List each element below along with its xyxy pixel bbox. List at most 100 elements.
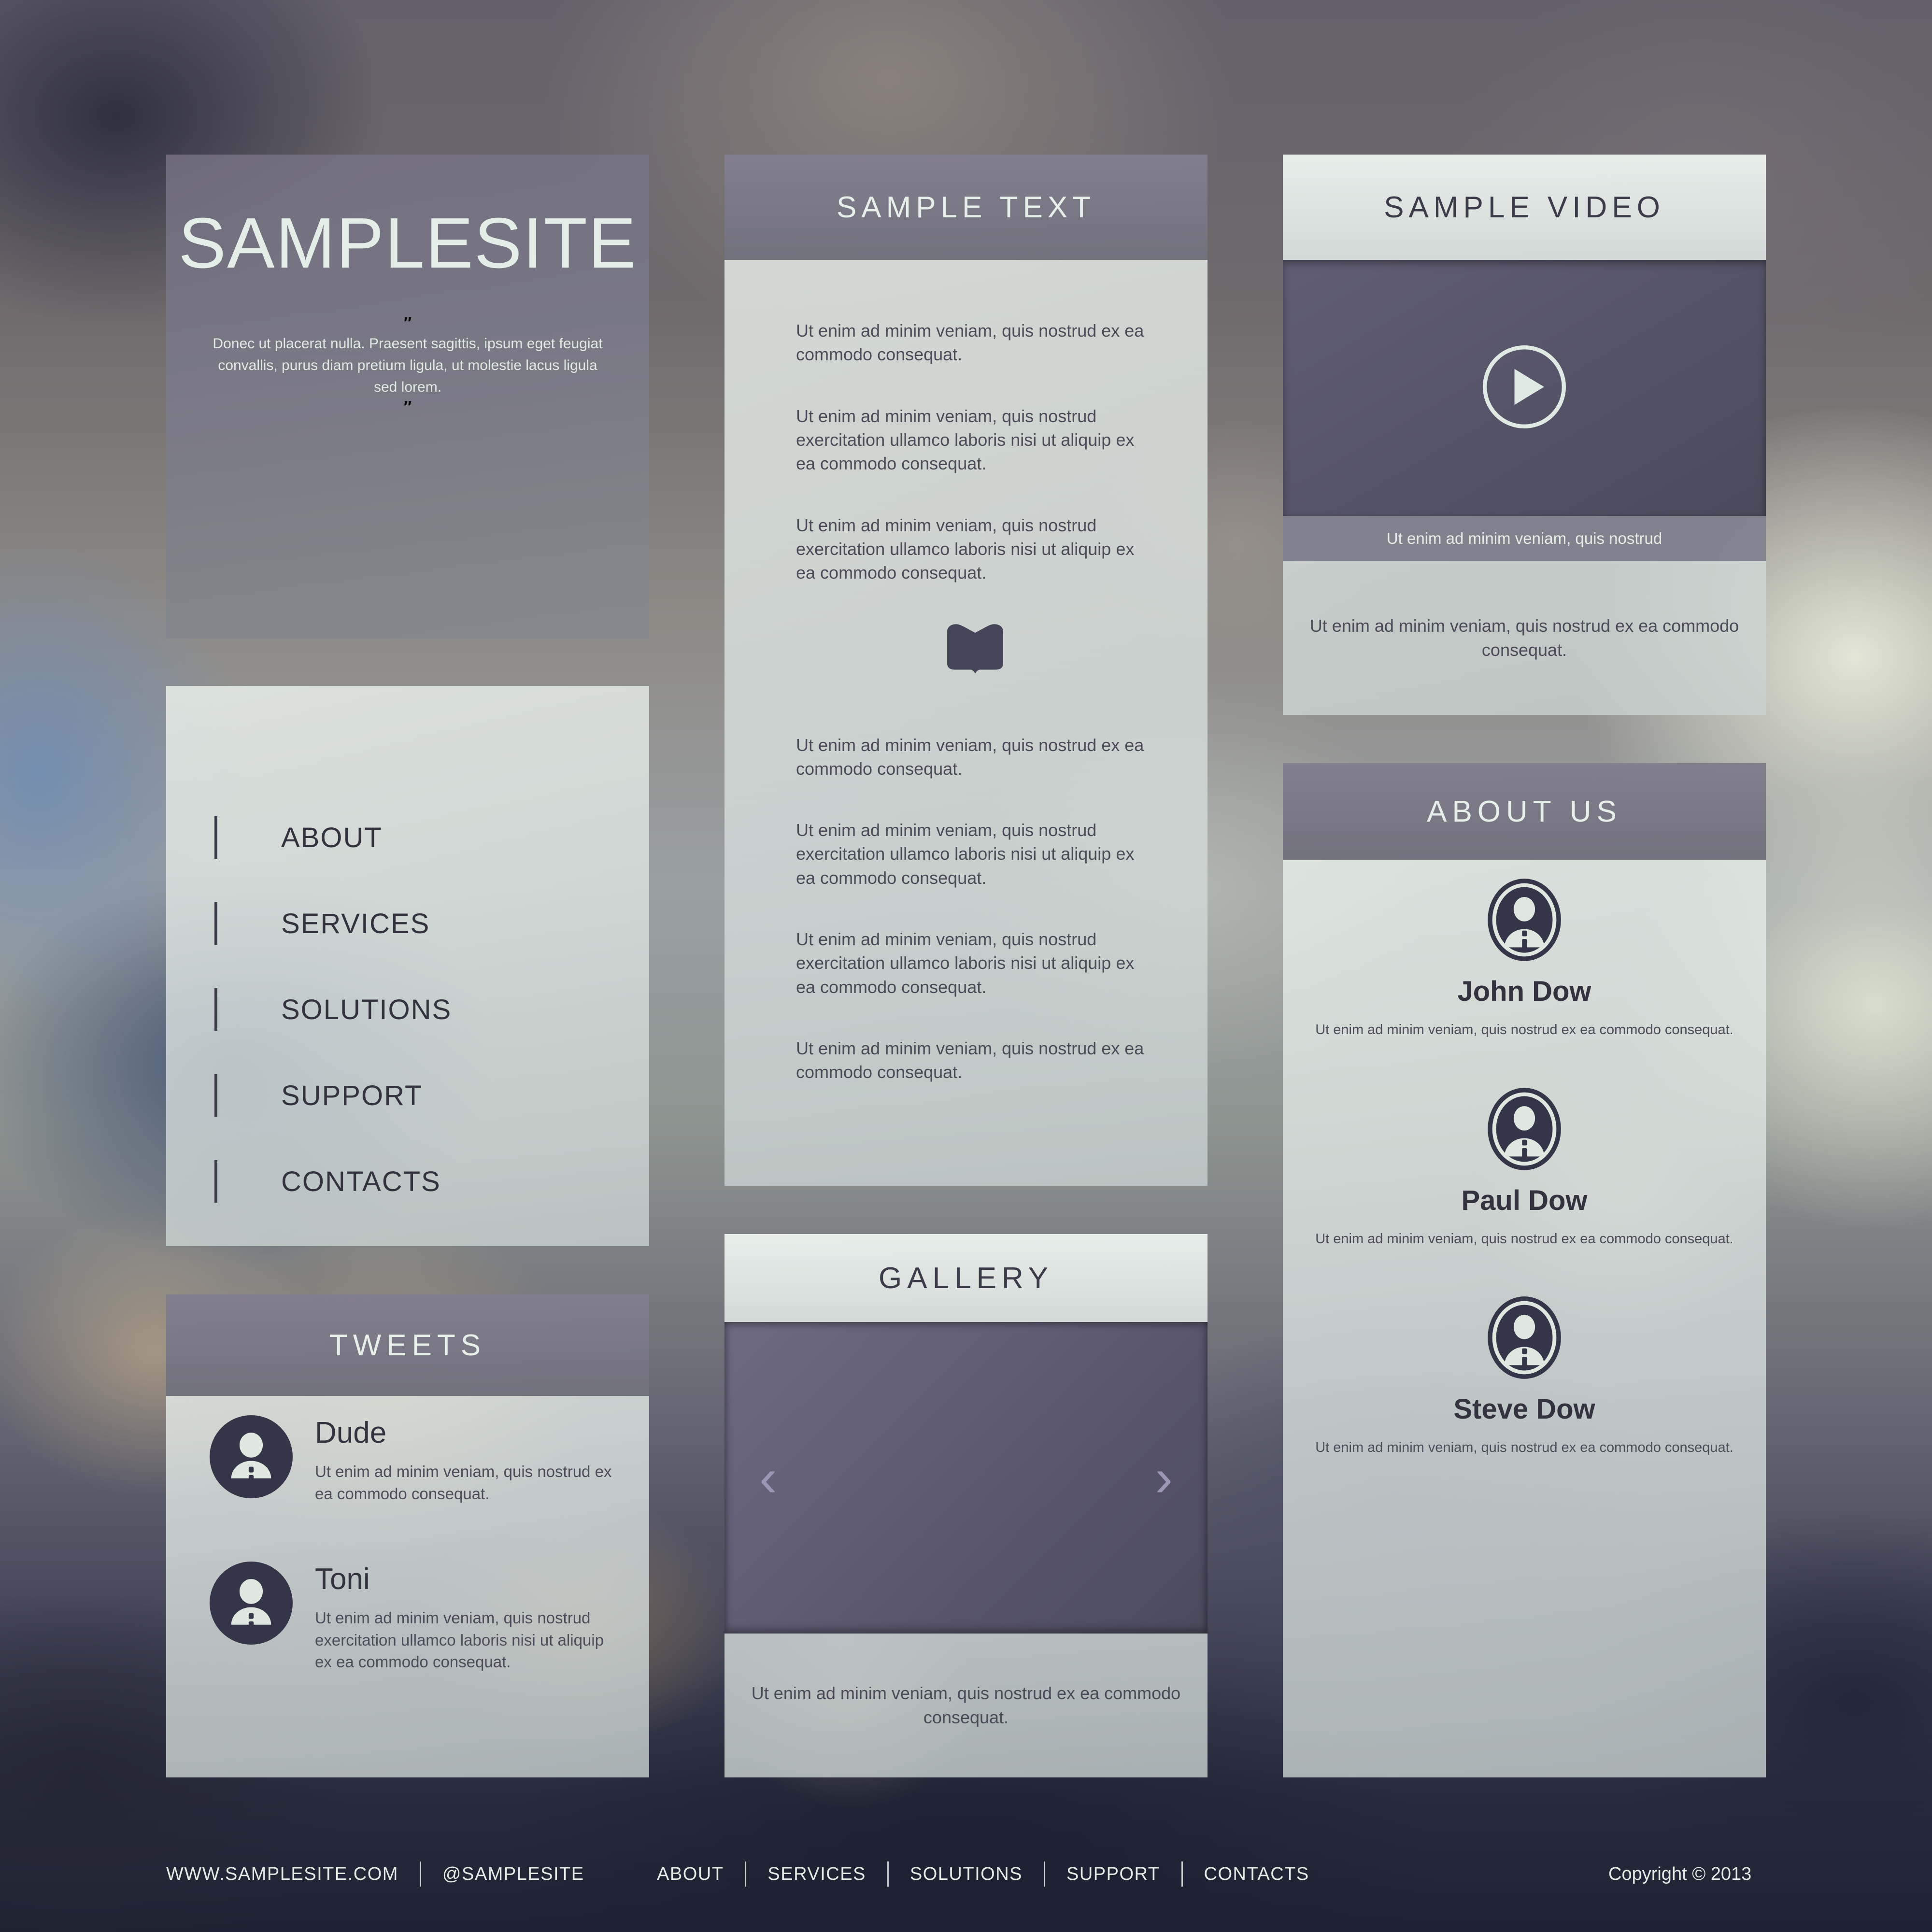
- sidebar-item-services[interactable]: SERVICES: [166, 881, 649, 966]
- site-tagline-wrapper: ″ Donec ut placerat nulla. Praesent sagi…: [205, 314, 611, 417]
- paragraph: Ut enim ad minim veniam, quis nostrud ex…: [796, 929, 1135, 997]
- nav-label: SOLUTIONS: [281, 994, 452, 1025]
- nav-label: CONTACTS: [281, 1165, 441, 1197]
- tweets-panel: TWEETS Dude Ut enim ad minim veniam, qui…: [166, 1294, 649, 1777]
- gallery-header-bar: GALLERY: [724, 1234, 1208, 1322]
- section-divider: [796, 623, 1154, 677]
- footer-twitter-link[interactable]: @SAMPLESITE: [442, 1864, 584, 1885]
- tweet-body: Toni Ut enim ad minim veniam, quis nostr…: [315, 1562, 613, 1673]
- footer-link-about[interactable]: ABOUT: [657, 1864, 724, 1885]
- site-footer: WWW.SAMPLESITE.COM @SAMPLESITE ABOUT SER…: [0, 1845, 1932, 1903]
- nav-tick-icon: [214, 988, 217, 1031]
- list-item[interactable]: Dude Ut enim ad minim veniam, quis nostr…: [166, 1415, 649, 1505]
- sample-video-panel: SAMPLE VIDEO Ut enim ad minim veniam, qu…: [1283, 155, 1766, 715]
- paragraph: Ut enim ad minim veniam, quis nostrud ex…: [796, 515, 1135, 583]
- tweets-header-bar: TWEETS: [166, 1294, 649, 1396]
- quote-close-mark: ″: [403, 398, 412, 416]
- sidebar-item-support[interactable]: SUPPORT: [166, 1052, 649, 1138]
- book-icon: [943, 623, 1007, 677]
- tweets-title: TWEETS: [329, 1328, 486, 1362]
- sample-text-title: SAMPLE TEXT: [836, 190, 1096, 224]
- footer-link-services[interactable]: SERVICES: [767, 1864, 866, 1885]
- footer-copyright-group: Copyright © 2013: [1608, 1864, 1751, 1885]
- main-navigation-panel: ABOUT SERVICES SOLUTIONS SUPPORT CONTACT…: [166, 686, 649, 1246]
- tweet-text: Ut enim ad minim veniam, quis nostrud ex…: [315, 1463, 612, 1503]
- tweets-list: Dude Ut enim ad minim veniam, quis nostr…: [166, 1415, 649, 1730]
- team-member-list: John Dow Ut enim ad minim veniam, quis n…: [1283, 877, 1766, 1504]
- gallery-caption: Ut enim ad minim veniam, quis nostrud ex…: [751, 1683, 1181, 1727]
- avatar: [1486, 1295, 1563, 1383]
- site-tagline: Donec ut placerat nulla. Praesent sagitt…: [213, 336, 603, 395]
- site-title: SAMPLESITE: [178, 203, 637, 283]
- video-stage[interactable]: [1283, 260, 1766, 516]
- quote-open-mark: ″: [403, 314, 412, 332]
- footer-link-contacts[interactable]: CONTACTS: [1204, 1864, 1309, 1885]
- member-name: Steve Dow: [1453, 1393, 1595, 1425]
- about-us-title: ABOUT US: [1427, 795, 1622, 828]
- gallery-image-stage[interactable]: ‹ ›: [724, 1322, 1208, 1634]
- paragraph: Ut enim ad minim veniam, quis nostrud ex…: [796, 820, 1135, 888]
- chevron-right-icon[interactable]: ›: [1155, 1451, 1173, 1505]
- list-item[interactable]: Steve Dow Ut enim ad minim veniam, quis …: [1283, 1295, 1766, 1458]
- tweet-body: Dude Ut enim ad minim veniam, quis nostr…: [315, 1415, 613, 1505]
- nav-tick-icon: [214, 1160, 217, 1203]
- video-caption-area: Ut enim ad minim veniam, quis nostrud ex…: [1283, 561, 1766, 715]
- sample-text-header-bar: SAMPLE TEXT: [724, 155, 1208, 260]
- member-name: Paul Dow: [1461, 1184, 1588, 1216]
- gallery-title: GALLERY: [879, 1261, 1053, 1295]
- footer-separator: [887, 1861, 889, 1887]
- member-bio: Ut enim ad minim veniam, quis nostrud ex…: [1315, 1022, 1733, 1037]
- sample-text-content: Ut enim ad minim veniam, quis nostrud ex…: [796, 319, 1154, 1122]
- footer-website-link[interactable]: WWW.SAMPLESITE.COM: [166, 1864, 398, 1885]
- footer-separator: [1044, 1861, 1045, 1887]
- video-caption: Ut enim ad minim veniam, quis nostrud ex…: [1309, 615, 1739, 660]
- paragraph: Ut enim ad minim veniam, quis nostrud ex…: [796, 406, 1135, 474]
- footer-link-solutions[interactable]: SOLUTIONS: [910, 1864, 1023, 1885]
- nav-tick-icon: [214, 1074, 217, 1117]
- sidebar-item-contacts[interactable]: CONTACTS: [166, 1138, 649, 1224]
- footer-link-support[interactable]: SUPPORT: [1066, 1864, 1160, 1885]
- list-item[interactable]: John Dow Ut enim ad minim veniam, quis n…: [1283, 877, 1766, 1040]
- video-overlay-caption-bar: Ut enim ad minim veniam, quis nostrud: [1283, 516, 1766, 561]
- tweet-author: Toni: [315, 1563, 370, 1596]
- tweet-author: Dude: [315, 1416, 387, 1449]
- footer-separator: [745, 1861, 747, 1887]
- nav-list: ABOUT SERVICES SOLUTIONS SUPPORT CONTACT…: [166, 795, 649, 1224]
- paragraph: Ut enim ad minim veniam, quis nostrud ex…: [796, 1038, 1144, 1082]
- footer-contact-group: WWW.SAMPLESITE.COM @SAMPLESITE: [166, 1861, 584, 1887]
- video-overlay-caption: Ut enim ad minim veniam, quis nostrud: [1386, 529, 1662, 547]
- member-bio: Ut enim ad minim veniam, quis nostrud ex…: [1315, 1440, 1733, 1456]
- avatar: [1486, 877, 1563, 965]
- avatar: [210, 1415, 293, 1498]
- nav-label: SERVICES: [281, 908, 430, 939]
- site-header-panel: SAMPLESITE ″ Donec ut placerat nulla. Pr…: [166, 155, 649, 639]
- about-us-panel: ABOUT US John Dow Ut enim ad minim venia…: [1283, 763, 1766, 1777]
- nav-tick-icon: [214, 816, 217, 859]
- sample-video-title: SAMPLE VIDEO: [1384, 190, 1665, 224]
- chevron-left-icon[interactable]: ‹: [759, 1451, 777, 1505]
- avatar: [210, 1562, 293, 1645]
- footer-separator: [1181, 1861, 1183, 1887]
- nav-tick-icon: [214, 902, 217, 945]
- tweet-text: Ut enim ad minim veniam, quis nostrud ex…: [315, 1609, 604, 1671]
- gallery-caption-area: Ut enim ad minim veniam, quis nostrud ex…: [724, 1634, 1208, 1777]
- sidebar-item-solutions[interactable]: SOLUTIONS: [166, 966, 649, 1052]
- play-button-icon[interactable]: [1479, 342, 1569, 434]
- footer-nav-group: ABOUT SERVICES SOLUTIONS SUPPORT CONTACT…: [657, 1861, 1309, 1887]
- sample-video-header-bar: SAMPLE VIDEO: [1283, 155, 1766, 260]
- copyright-text: Copyright © 2013: [1608, 1863, 1752, 1884]
- sample-text-panel: SAMPLE TEXT Ut enim ad minim veniam, qui…: [724, 155, 1208, 1186]
- list-item[interactable]: Toni Ut enim ad minim veniam, quis nostr…: [166, 1562, 649, 1673]
- gallery-panel: GALLERY ‹ › Ut enim ad minim veniam, qui…: [724, 1234, 1208, 1777]
- sidebar-item-about[interactable]: ABOUT: [166, 795, 649, 881]
- member-name: John Dow: [1457, 976, 1591, 1007]
- paragraph: Ut enim ad minim veniam, quis nostrud ex…: [796, 321, 1144, 365]
- nav-label: SUPPORT: [281, 1080, 423, 1111]
- member-bio: Ut enim ad minim veniam, quis nostrud ex…: [1315, 1231, 1733, 1247]
- list-item[interactable]: Paul Dow Ut enim ad minim veniam, quis n…: [1283, 1086, 1766, 1249]
- footer-separator: [419, 1861, 421, 1887]
- avatar: [1486, 1086, 1563, 1174]
- about-us-header-bar: ABOUT US: [1283, 763, 1766, 860]
- paragraph: Ut enim ad minim veniam, quis nostrud ex…: [796, 735, 1144, 779]
- nav-label: ABOUT: [281, 822, 383, 853]
